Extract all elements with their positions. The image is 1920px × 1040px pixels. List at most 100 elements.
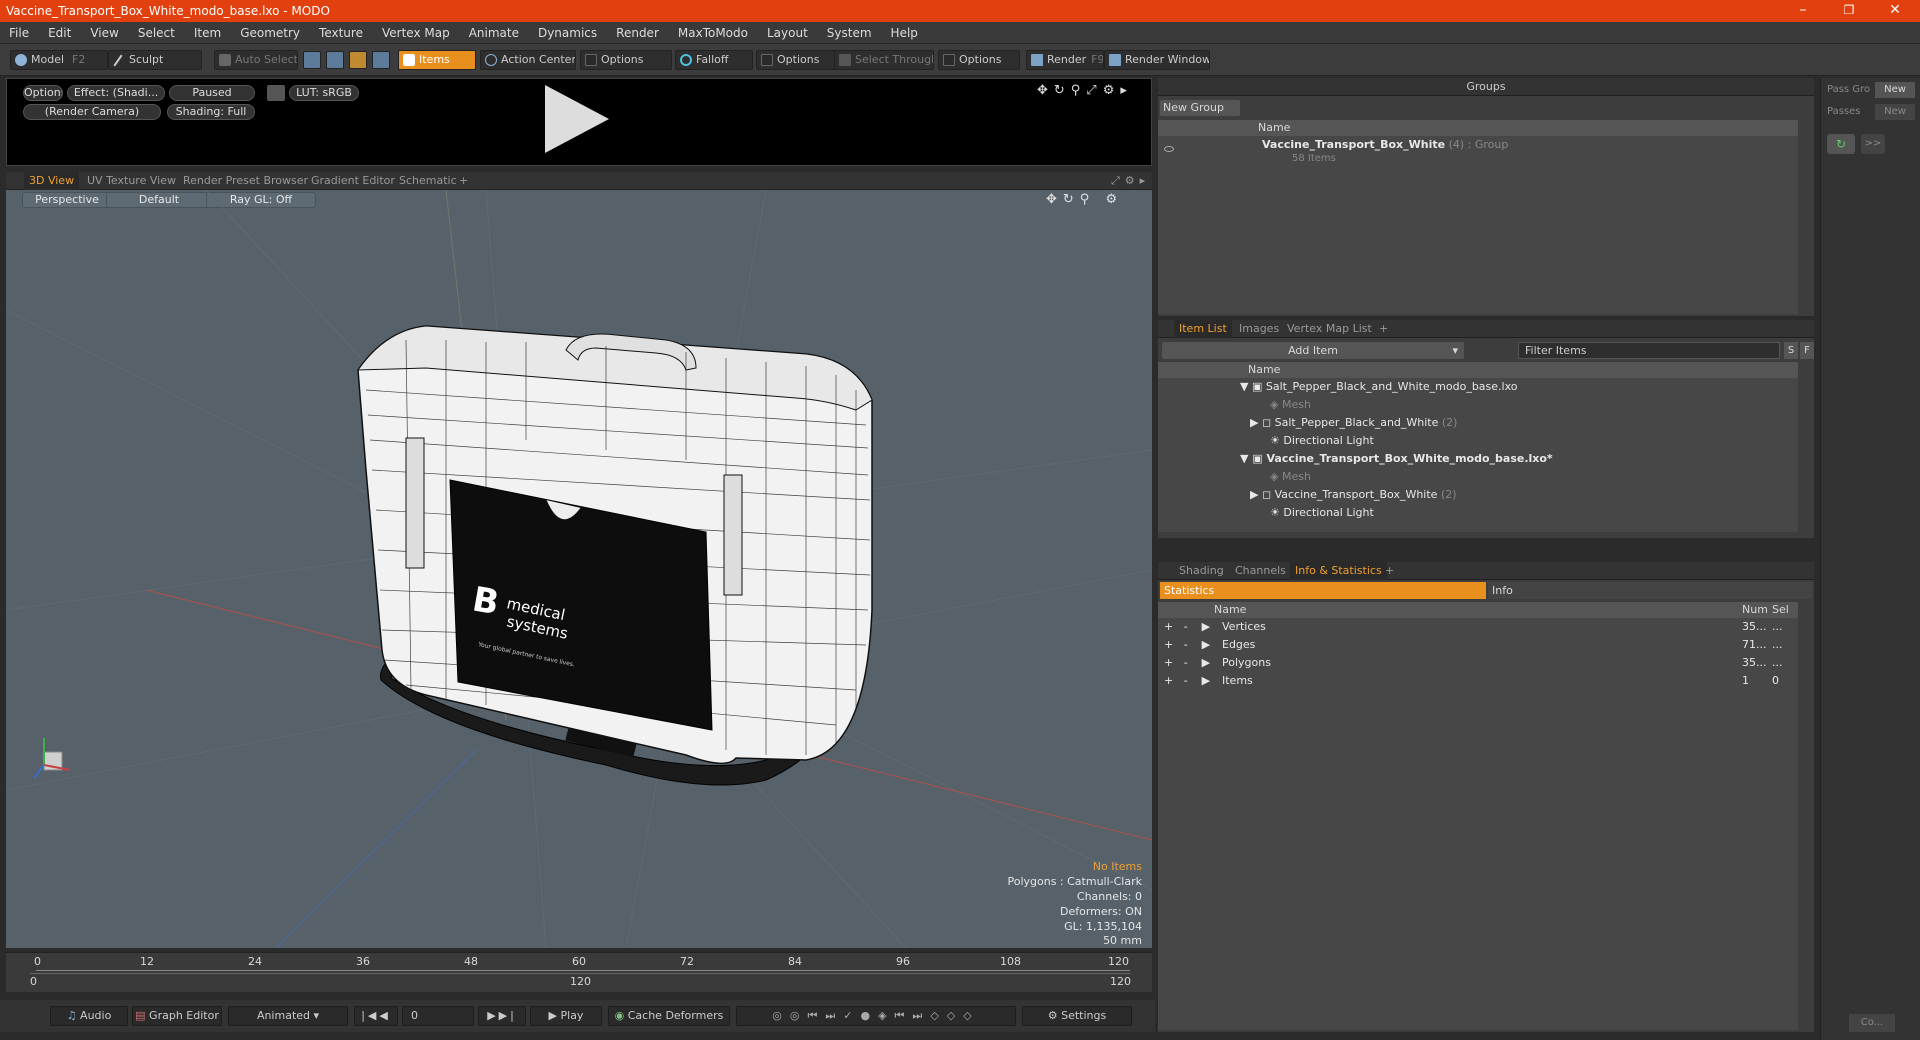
preview-options[interactable]: Options (23, 85, 63, 101)
stats-row-vertices[interactable]: + - ▶ Vertices 35...... (1158, 618, 1808, 636)
stats-row-items[interactable]: + - ▶ Items 1 0 (1158, 672, 1808, 690)
menu-geometry[interactable]: Geometry (231, 22, 310, 44)
minimize-button[interactable]: – (1780, 0, 1826, 22)
preview-camera[interactable]: (Render Camera) (23, 104, 161, 120)
maximize-button[interactable]: ❐ (1826, 0, 1872, 22)
select-through-options[interactable]: Options (938, 50, 1020, 70)
next-key-buttons[interactable]: ▶▶| (478, 1006, 526, 1026)
preview-effect[interactable]: Effect: (Shadi... (67, 85, 165, 101)
new-pass-button[interactable]: New (1875, 104, 1915, 120)
action-center-button[interactable]: Action Center (480, 50, 576, 70)
tab-schematic[interactable]: Schematic (394, 172, 462, 190)
model-button[interactable]: Model F2 (10, 50, 108, 70)
add-tab-button[interactable]: + (1380, 562, 1399, 580)
render-window-button[interactable]: Render Window (1104, 50, 1210, 70)
preview-lut[interactable]: LUT: sRGB (289, 85, 359, 101)
vertices-mode-icon[interactable] (303, 51, 321, 69)
action-center-options[interactable]: Options (580, 50, 672, 70)
preview-nav-icons[interactable]: ✥↻⚲⤢⚙▸ (1037, 83, 1147, 99)
tab-3d-view[interactable]: 3D View (24, 172, 80, 190)
scene-row-vaccine-box[interactable]: ▼ ▣ Vaccine_Transport_Box_White_modo_bas… (1240, 450, 1553, 468)
frame-field[interactable]: 0 (402, 1006, 474, 1026)
add-tab-button[interactable]: + (454, 172, 473, 190)
light-row[interactable]: ☀ Directional Light (1270, 432, 1374, 450)
f-toggle[interactable]: F (1800, 342, 1814, 359)
falloff-options[interactable]: Options (756, 50, 836, 70)
preview-shading[interactable]: Shading: Full (167, 104, 255, 120)
settings-button[interactable]: ⚙ Settings (1022, 1006, 1132, 1026)
menu-render[interactable]: Render (607, 22, 669, 44)
menu-texture[interactable]: Texture (310, 22, 373, 44)
info-tab[interactable]: Info (1488, 582, 1812, 599)
tick-96: 96 (896, 955, 910, 968)
expand-button[interactable]: >> (1861, 134, 1885, 154)
filter-items-input[interactable]: Filter Items (1518, 342, 1780, 359)
group-row-vaccine-box[interactable]: ▶ ◻ Vaccine_Transport_Box_White (2) (1250, 486, 1457, 504)
play-icon[interactable] (545, 85, 609, 153)
3d-viewport[interactable]: Perspective Default Ray GL: Off ✥↻⚲ ⚙ B … (6, 190, 1152, 948)
menu-file[interactable]: File (0, 22, 39, 44)
tab-uv-texture-view[interactable]: UV Texture View (82, 172, 181, 190)
add-item-dropdown[interactable]: Add Item ▾ (1162, 342, 1464, 359)
menu-view[interactable]: View (81, 22, 128, 44)
menu-help[interactable]: Help (882, 22, 928, 44)
render-button[interactable]: Render F9 (1026, 50, 1104, 70)
menu-animate[interactable]: Animate (460, 22, 529, 44)
menu-edit[interactable]: Edit (39, 22, 81, 44)
lock-icon[interactable] (267, 85, 285, 101)
close-button[interactable]: ✕ (1872, 0, 1918, 22)
sculpt-button[interactable]: Sculpt (108, 50, 202, 70)
stats-row-polygons[interactable]: + - ▶ Polygons 35...... (1158, 654, 1808, 672)
mesh-row[interactable]: ◈ Mesh (1270, 468, 1311, 486)
s-toggle[interactable]: S (1784, 342, 1798, 359)
groups-col-name: Name (1258, 121, 1291, 134)
auto-select-button[interactable]: Auto Select (214, 50, 298, 70)
menu-select[interactable]: Select (129, 22, 185, 44)
stats-row-edges[interactable]: + - ▶ Edges 71...... (1158, 636, 1808, 654)
items-mode-button[interactable]: Items (398, 50, 476, 70)
audio-button[interactable]: ♫ Audio (50, 1006, 128, 1026)
prev-key-buttons[interactable]: |◀◀ (354, 1006, 398, 1026)
tab-render-preset-browser[interactable]: Render Preset Browser (178, 172, 313, 190)
falloff-button[interactable]: Falloff (675, 50, 753, 70)
co-button[interactable]: Co... (1849, 1014, 1895, 1032)
light-row[interactable]: ☀ Directional Light (1270, 504, 1374, 522)
tab-vertex-map-list[interactable]: Vertex Map List (1282, 320, 1377, 338)
group-row-salt-pepper[interactable]: ▶ ◻ Salt_Pepper_Black_and_White (2) (1250, 414, 1457, 432)
tab-shading[interactable]: Shading (1174, 562, 1229, 580)
graph-editor-button[interactable]: ▤ Graph Editor (132, 1006, 222, 1026)
play-button[interactable]: ▶ Play (530, 1006, 602, 1026)
menu-maxtomodo[interactable]: MaxToModo (669, 22, 758, 44)
view-tab-icons[interactable]: ⤢⚙▸ (1106, 172, 1155, 190)
tab-item-list[interactable]: Item List (1174, 320, 1232, 338)
cache-deformers-button[interactable]: ◉ Cache Deformers (608, 1006, 730, 1026)
tab-info-statistics[interactable]: Info & Statistics (1290, 562, 1387, 580)
stats-list: + - ▶ Vertices 35...... + - ▶ Edges 71......… (1158, 618, 1798, 1030)
mesh-row[interactable]: ◈ Mesh (1270, 396, 1311, 414)
new-group-button[interactable]: New Group (1160, 100, 1240, 116)
menu-layout[interactable]: Layout (758, 22, 818, 44)
menu-vertex-map[interactable]: Vertex Map (373, 22, 460, 44)
menu-item[interactable]: Item (185, 22, 231, 44)
timeline[interactable]: 0 12 24 36 48 60 72 84 96 108 120 0 120 … (6, 952, 1152, 992)
menu-dynamics[interactable]: Dynamics (529, 22, 607, 44)
add-tab-button[interactable]: + (1374, 320, 1393, 338)
checkbox-icon (761, 54, 773, 66)
tab-images[interactable]: Images (1234, 320, 1284, 338)
menu-system[interactable]: System (818, 22, 882, 44)
eye-icon[interactable] (1164, 146, 1174, 152)
refresh-icon[interactable]: ↻ (1827, 134, 1855, 154)
range-bar[interactable] (30, 973, 1130, 974)
materials-mode-icon[interactable] (372, 51, 390, 69)
tab-channels[interactable]: Channels (1230, 562, 1291, 580)
tab-gradient-editor[interactable]: Gradient Editor (306, 172, 400, 190)
statistics-tab[interactable]: Statistics (1160, 582, 1486, 599)
new-pass-group-button[interactable]: New (1875, 82, 1915, 98)
select-through-button[interactable]: Select Through (834, 50, 934, 70)
edges-mode-icon[interactable] (326, 51, 344, 69)
animated-dropdown[interactable]: Animated ▾ (228, 1006, 348, 1026)
polygons-mode-icon[interactable] (349, 51, 367, 69)
scene-row-salt-pepper[interactable]: ▼ ▣ Salt_Pepper_Black_and_White_modo_bas… (1240, 378, 1518, 396)
transport-icons[interactable]: ◎◎⏮⏭✓●◈⏮⏭◇◇◇ (736, 1006, 1016, 1026)
preview-paused[interactable]: Paused (169, 85, 255, 101)
